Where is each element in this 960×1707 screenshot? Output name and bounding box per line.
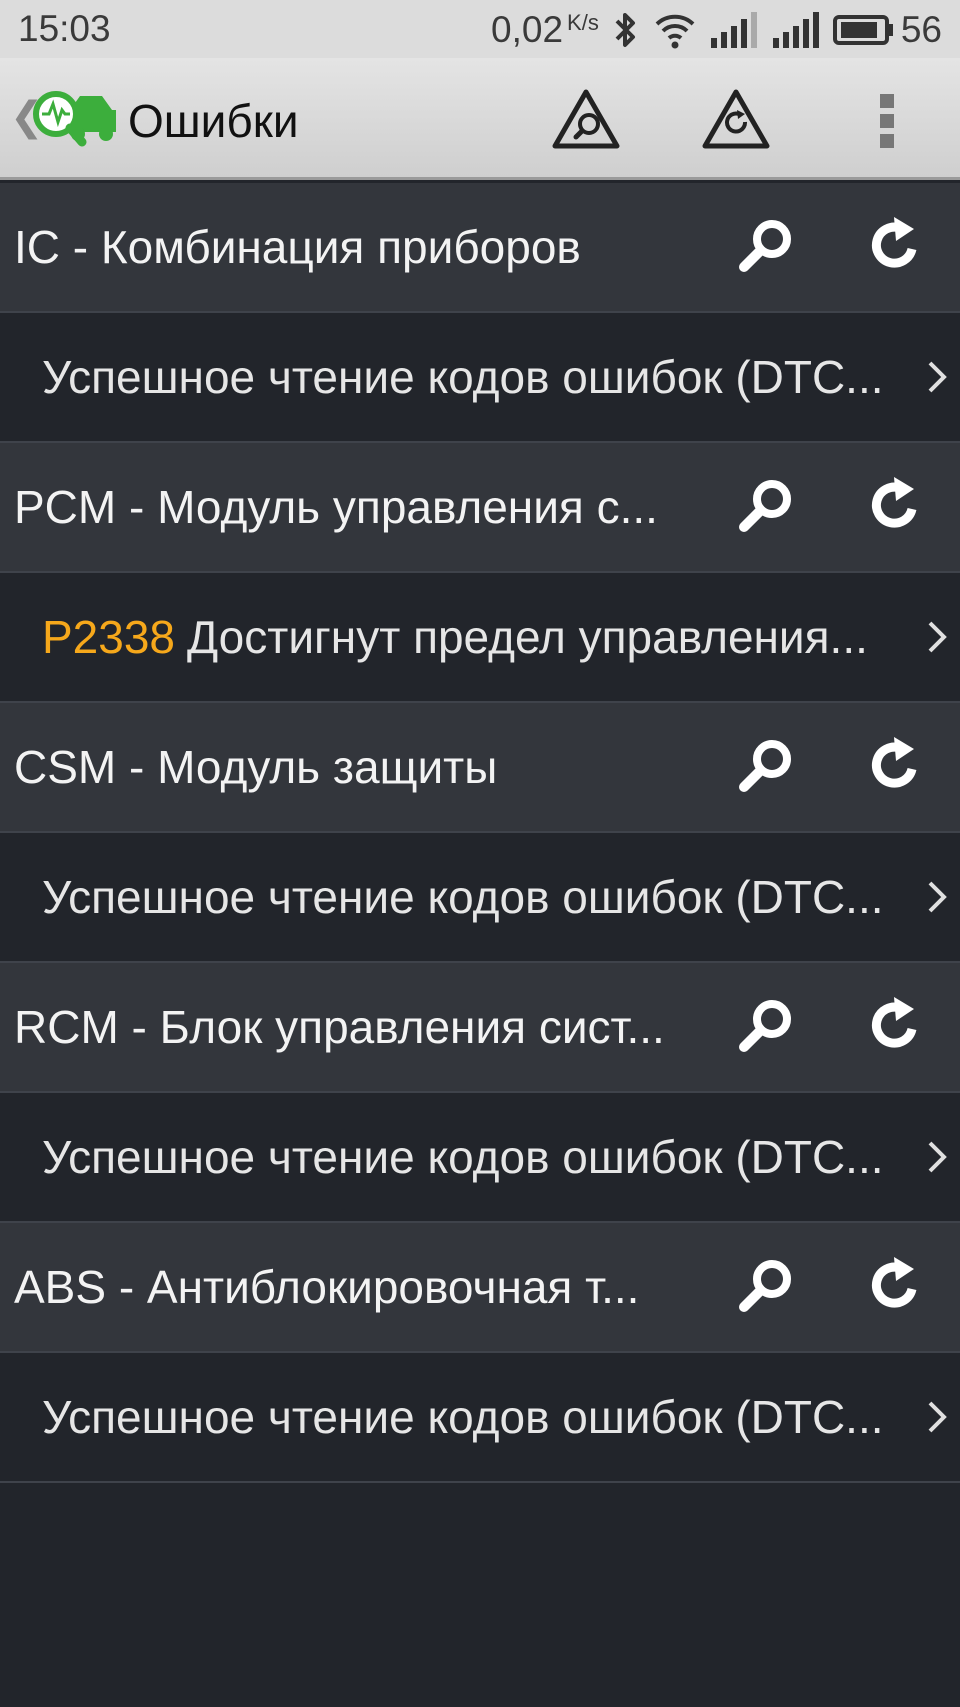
refresh-icon[interactable] — [862, 473, 926, 537]
result-message: Успешное чтение кодов ошибок (DTC... — [42, 351, 884, 403]
refresh-icon[interactable] — [862, 733, 926, 797]
app-bar: ❮ Ошибки — [0, 58, 960, 180]
battery-icon — [832, 15, 893, 45]
module-title: CSM - Модуль защиты — [14, 741, 498, 793]
result-message: Успешное чтение кодов ошибок (DTC... — [42, 1131, 884, 1183]
module-title: IC - Комбинация приборов — [14, 221, 581, 273]
signal-icon — [710, 12, 757, 48]
refresh-icon[interactable] — [862, 213, 926, 277]
chevron-right-icon — [928, 621, 947, 653]
module-result-row[interactable]: P2338 Достигнут предел управления... — [0, 573, 960, 703]
module-row: RCM - Блок управления сист... — [0, 963, 960, 1093]
status-bar: 15:03 0,02 K/s 56 — [0, 0, 960, 58]
module-title: PCM - Модуль управления с... — [14, 481, 658, 533]
battery-level: 56 — [900, 9, 942, 50]
result-message: Успешное чтение кодов ошибок (DTC... — [42, 1391, 884, 1443]
scan-all-icon[interactable] — [551, 86, 621, 152]
refresh-all-icon[interactable] — [701, 86, 771, 152]
chevron-right-icon — [928, 361, 947, 393]
search-icon[interactable] — [734, 475, 798, 539]
bluetooth-icon — [615, 13, 635, 47]
result-text: Успешное чтение кодов ошибок (DTC... — [42, 833, 912, 961]
refresh-icon[interactable] — [862, 993, 926, 1057]
result-message: Достигнут предел управления... — [187, 611, 868, 663]
module-row: ABS - Антиблокировочная т... — [0, 1223, 960, 1353]
network-speed: 0,02 — [491, 9, 564, 50]
result-text: P2338 Достигнут предел управления... — [42, 573, 912, 701]
module-result-row[interactable]: Успешное чтение кодов ошибок (DTC... — [0, 833, 960, 963]
result-text: Успешное чтение кодов ошибок (DTC... — [42, 313, 912, 441]
module-result-row[interactable]: Успешное чтение кодов ошибок (DTC... — [0, 1093, 960, 1223]
dtc-code: P2338 — [42, 611, 176, 663]
search-icon[interactable] — [734, 995, 798, 1059]
page-title: Ошибки — [128, 95, 299, 147]
chevron-right-icon — [928, 1141, 947, 1173]
status-time: 15:03 — [18, 8, 111, 49]
signal-icon — [772, 12, 819, 48]
search-icon[interactable] — [734, 735, 798, 799]
wifi-icon — [655, 14, 695, 49]
module-row: IC - Комбинация приборов — [0, 183, 960, 313]
error-list: IC - Комбинация приборов Успешное чтение… — [0, 183, 960, 1483]
chevron-right-icon — [928, 1401, 947, 1433]
result-message: Успешное чтение кодов ошибок (DTC... — [42, 871, 884, 923]
refresh-icon[interactable] — [862, 1253, 926, 1317]
module-result-row[interactable]: Успешное чтение кодов ошибок (DTC... — [0, 1353, 960, 1483]
module-title: ABS - Антиблокировочная т... — [14, 1261, 640, 1313]
overflow-menu-icon[interactable] — [877, 94, 897, 156]
result-text: Успешное чтение кодов ошибок (DTC... — [42, 1093, 912, 1221]
module-row: CSM - Модуль защиты — [0, 703, 960, 833]
module-result-row[interactable]: Успешное чтение кодов ошибок (DTC... — [0, 313, 960, 443]
chevron-right-icon — [928, 881, 947, 913]
search-icon[interactable] — [734, 215, 798, 279]
app-logo-icon[interactable] — [30, 88, 120, 150]
network-unit: K/s — [567, 10, 599, 35]
module-title: RCM - Блок управления сист... — [14, 1001, 665, 1053]
result-text: Успешное чтение кодов ошибок (DTC... — [42, 1353, 912, 1481]
search-icon[interactable] — [734, 1255, 798, 1319]
module-row: PCM - Модуль управления с... — [0, 443, 960, 573]
